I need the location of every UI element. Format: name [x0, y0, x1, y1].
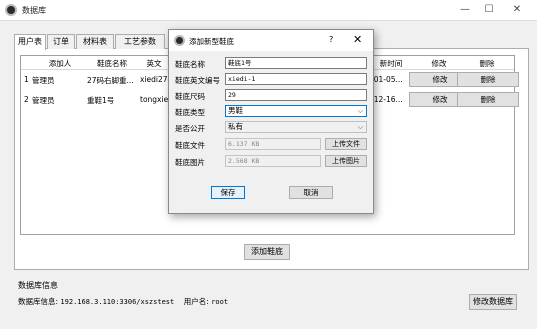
header-sole-name: 鞋底名称: [97, 59, 127, 68]
db-info-group-title: 数据库信息: [18, 281, 58, 290]
app-icon: [5, 4, 17, 16]
row-number: 2: [24, 95, 29, 104]
add-sole-dialog: 添加新型鞋底 ? ✕ 鞋底名称 鞋底1号 鞋底英文编号 xiedi-1 鞋底尺码…: [168, 29, 374, 214]
cell-added-by: 管理员: [32, 96, 55, 105]
delete-button[interactable]: 删除: [457, 72, 519, 87]
db-info-label: 数据库信息:: [18, 297, 59, 306]
sole-image-size: 2.568 KB: [225, 155, 321, 167]
sole-size-label: 鞋底尺码: [175, 92, 205, 101]
sole-file-label: 鞋底文件: [175, 141, 205, 150]
tab-users[interactable]: 用户表: [14, 34, 46, 50]
dialog-close-button[interactable]: ✕: [353, 33, 362, 46]
help-button[interactable]: ?: [329, 35, 333, 44]
header-english: 英文: [146, 59, 162, 68]
sole-name-input[interactable]: 鞋底1号: [225, 57, 367, 69]
modify-database-button[interactable]: 修改数据库: [469, 294, 517, 310]
sole-type-value: 男鞋: [228, 106, 243, 115]
sole-name-label: 鞋底名称: [175, 60, 205, 69]
cell-update-time: -12-16...: [371, 95, 403, 104]
db-user: root: [211, 298, 229, 306]
sole-size-input[interactable]: 29: [225, 89, 367, 101]
public-value: 私有: [228, 122, 243, 131]
tab-materials[interactable]: 材料表: [76, 34, 114, 49]
close-button[interactable]: ✕: [506, 2, 528, 18]
minimize-button[interactable]: —: [454, 2, 476, 18]
public-label: 是否公开: [175, 124, 205, 133]
chevron-down-icon: ⌵: [357, 107, 363, 115]
window-title: 数据库: [22, 6, 46, 15]
sole-type-select[interactable]: 男鞋 ⌵: [225, 105, 367, 117]
cancel-button[interactable]: 取消: [289, 186, 333, 199]
cell-sole-name: 27码右脚重...: [87, 76, 134, 85]
tab-process-params[interactable]: 工艺参数: [115, 34, 165, 49]
public-select[interactable]: 私有 ⌵: [225, 121, 367, 133]
sole-file-size: 6.137 KB: [225, 138, 321, 150]
sole-english-label: 鞋底英文编号: [175, 76, 220, 85]
header-update-time: 新时间: [379, 59, 403, 68]
dialog-title: 添加新型鞋底: [189, 37, 234, 46]
cell-english: xiedi27-: [140, 75, 170, 84]
cell-added-by: 管理员: [32, 76, 55, 85]
sole-english-input[interactable]: xiedi-1: [225, 73, 367, 85]
sole-type-label: 鞋底类型: [175, 108, 205, 117]
dialog-titlebar: 添加新型鞋底 ? ✕: [169, 30, 373, 51]
header-delete: 删除: [479, 59, 495, 68]
window-titlebar: 数据库 — ☐ ✕: [0, 0, 537, 20]
sole-image-label: 鞋底图片: [175, 158, 205, 167]
titlebar-divider: [0, 20, 537, 21]
chevron-down-icon: ⌵: [357, 123, 363, 131]
row-number: 1: [24, 75, 29, 84]
db-user-label: 用户名:: [183, 297, 209, 306]
tab-orders[interactable]: 订单: [47, 34, 75, 49]
db-info-line: 数据库信息: 192.168.3.110:3306/xszstest 用户名: …: [18, 296, 228, 307]
upload-image-button[interactable]: 上传图片: [325, 155, 367, 167]
db-address: 192.168.3.110:3306/xszstest: [60, 298, 175, 306]
upload-file-button[interactable]: 上传文件: [325, 138, 367, 150]
dialog-app-icon: [174, 35, 185, 46]
maximize-button[interactable]: ☐: [478, 2, 500, 18]
cell-english: tongxie: [140, 95, 169, 104]
cell-update-time: -01-05...: [371, 75, 403, 84]
add-sole-button[interactable]: 添加鞋底: [244, 244, 290, 260]
save-button[interactable]: 保存: [211, 186, 245, 199]
delete-button[interactable]: 删除: [457, 92, 519, 107]
cell-sole-name: 重鞋1号: [87, 96, 115, 105]
header-added-by: 添加人: [48, 59, 72, 68]
